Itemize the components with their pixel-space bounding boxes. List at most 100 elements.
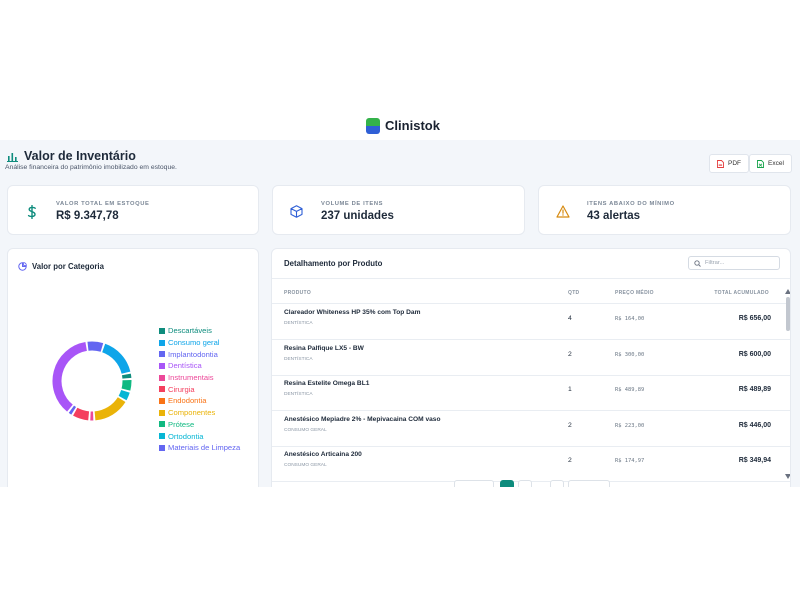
table-row[interactable]: Resina Estelite Omega BL1 DENTÍSTICA 1 R$ 4… — [272, 375, 782, 410]
legend-label: Descartáveis — [168, 326, 212, 336]
search-icon — [694, 259, 701, 267]
page-subtitle: Análise financeira do patrimônio imobili… — [5, 164, 177, 171]
export-pdf-button[interactable]: PDF — [709, 154, 749, 173]
product-qty: 1 — [568, 386, 572, 393]
donut-slice[interactable] — [73, 407, 90, 421]
logo-bar: Clinistok — [183, 111, 623, 140]
product-avg-price: R$ 174,97 — [615, 458, 645, 464]
pagination-page[interactable] — [518, 480, 532, 487]
stat-label: VALOR TOTAL EM ESTOQUE — [56, 201, 150, 207]
legend-label: Implantodontia — [168, 349, 218, 359]
legend-item[interactable]: Cirurgia — [159, 383, 240, 395]
legend-swatch — [159, 421, 165, 428]
excel-file-icon — [757, 159, 764, 168]
legend-label: Ortodontia — [168, 431, 204, 441]
table-row[interactable]: Resina Palfique LX5 - BW DENTÍSTICA 2 R$ 30… — [272, 340, 782, 375]
legend-swatch — [159, 433, 165, 440]
product-category: CONSUMO GERAL — [284, 463, 327, 468]
product-total: R$ 349,94 — [738, 457, 771, 464]
legend-swatch — [159, 374, 165, 381]
table-row[interactable]: Clareador Whiteness HP 35% com Top Dam DE… — [272, 304, 782, 339]
donut-slice[interactable] — [121, 373, 132, 379]
legend-item[interactable]: Descartáveis — [159, 325, 240, 337]
export-excel-label: Excel — [768, 160, 784, 167]
product-total: R$ 600,00 — [738, 350, 771, 358]
box-icon — [283, 198, 310, 225]
legend-item[interactable]: Implantodontia — [159, 348, 240, 360]
product-category: DENTÍSTICA — [284, 392, 313, 397]
legend-item[interactable]: Instrumentais — [159, 372, 240, 384]
legend-item[interactable]: Ortodontia — [159, 430, 240, 442]
products-card-title: Detalhamento por Produto — [284, 259, 383, 268]
legend-item[interactable]: Componentes — [159, 407, 240, 419]
category-donut-chart — [52, 341, 132, 421]
legend-swatch — [159, 397, 165, 404]
product-category: CONSUMO GERAL — [284, 427, 327, 433]
category-card-header: Valor por Categoria — [18, 262, 104, 271]
product-total: R$ 446,00 — [738, 421, 771, 429]
export-excel-button[interactable]: Excel — [749, 154, 792, 173]
product-qty: 2 — [568, 421, 572, 429]
scroll-up-arrow-icon[interactable] — [785, 289, 790, 294]
product-qty: 2 — [568, 350, 572, 358]
product-qty: 4 — [568, 315, 572, 322]
legend-item[interactable]: Consumo geral — [159, 337, 240, 349]
donut-slice[interactable] — [94, 396, 126, 421]
table-row[interactable]: Anestésico Articaina 200 CONSUMO GERAL 2 R$… — [272, 446, 782, 481]
pagination-page-active[interactable] — [500, 480, 514, 487]
col-header-avg-price: PREÇO MÉDIO — [615, 290, 654, 296]
legend-item[interactable]: Materiais de Limpeza — [159, 442, 240, 454]
donut-slice[interactable] — [87, 341, 104, 352]
legend-swatch — [159, 362, 165, 369]
pdf-file-icon — [717, 159, 724, 168]
page-title: Valor de Inventário — [24, 149, 136, 163]
scroll-down-arrow-icon[interactable] — [785, 474, 790, 479]
product-total: R$ 489,89 — [738, 386, 771, 393]
donut-slice[interactable] — [101, 343, 131, 374]
legend-label: Dentística — [168, 361, 202, 371]
table-row[interactable]: Anestésico Mepiadre 2% - Mepivacaina COM… — [272, 411, 782, 446]
product-name: Anestésico Articaina 200 — [284, 451, 362, 458]
legend-item[interactable]: Prótese — [159, 419, 240, 431]
pagination-page[interactable] — [550, 480, 564, 487]
scrollbar-thumb[interactable] — [786, 297, 790, 331]
clinistok-logo-icon — [366, 117, 381, 134]
legend-swatch — [159, 444, 165, 451]
stat-card-low-stock: ITENS ABAIXO DO MÍNIMO 43 alertas — [538, 185, 791, 235]
legend-swatch — [159, 386, 165, 393]
col-header-qty: QTD — [568, 290, 580, 296]
legend-swatch — [159, 327, 165, 334]
pie-chart-icon — [18, 262, 27, 271]
legend-label: Consumo geral — [168, 338, 220, 348]
legend-item[interactable]: Endodontia — [159, 395, 240, 407]
products-card: Detalhamento por Produto PRODUTO QTD PRE… — [271, 248, 791, 487]
product-filter-input[interactable] — [705, 260, 775, 266]
pagination-prev-button[interactable] — [454, 480, 494, 487]
product-name: Anestésico Mepiadre 2% - Mepivacaina COM… — [284, 415, 441, 423]
product-avg-price: R$ 489,89 — [615, 387, 645, 393]
export-pdf-label: PDF — [728, 160, 741, 167]
stat-label: ITENS ABAIXO DO MÍNIMO — [587, 201, 675, 207]
category-legend: Descartáveis Consumo geral Implantodontia D… — [159, 325, 240, 454]
legend-label: Cirurgia — [168, 384, 195, 394]
table-scrollbar[interactable] — [784, 289, 790, 479]
dollar-icon — [18, 198, 45, 225]
stat-value: R$ 9.347,78 — [56, 210, 119, 222]
product-category: DENTÍSTICA — [284, 321, 313, 326]
col-header-total: TOTAL ACUMULADO — [714, 290, 769, 296]
product-total: R$ 656,00 — [738, 315, 771, 322]
legend-item[interactable]: Dentística — [159, 360, 240, 372]
product-filter-search[interactable] — [688, 256, 780, 270]
legend-label: Materiais de Limpeza — [168, 443, 241, 453]
bar-chart-icon — [7, 152, 18, 162]
donut-slice[interactable] — [68, 405, 77, 415]
donut-slice[interactable] — [118, 389, 130, 401]
stat-value: 43 alertas — [587, 210, 641, 222]
legend-label: Instrumentais — [168, 373, 214, 383]
legend-label: Endodontia — [168, 396, 207, 406]
product-name: Resina Estelite Omega BL1 — [284, 380, 370, 387]
donut-slice[interactable] — [121, 379, 132, 391]
pagination-next-button[interactable] — [568, 480, 610, 487]
warning-icon — [549, 198, 576, 225]
donut-slice[interactable] — [52, 342, 88, 412]
